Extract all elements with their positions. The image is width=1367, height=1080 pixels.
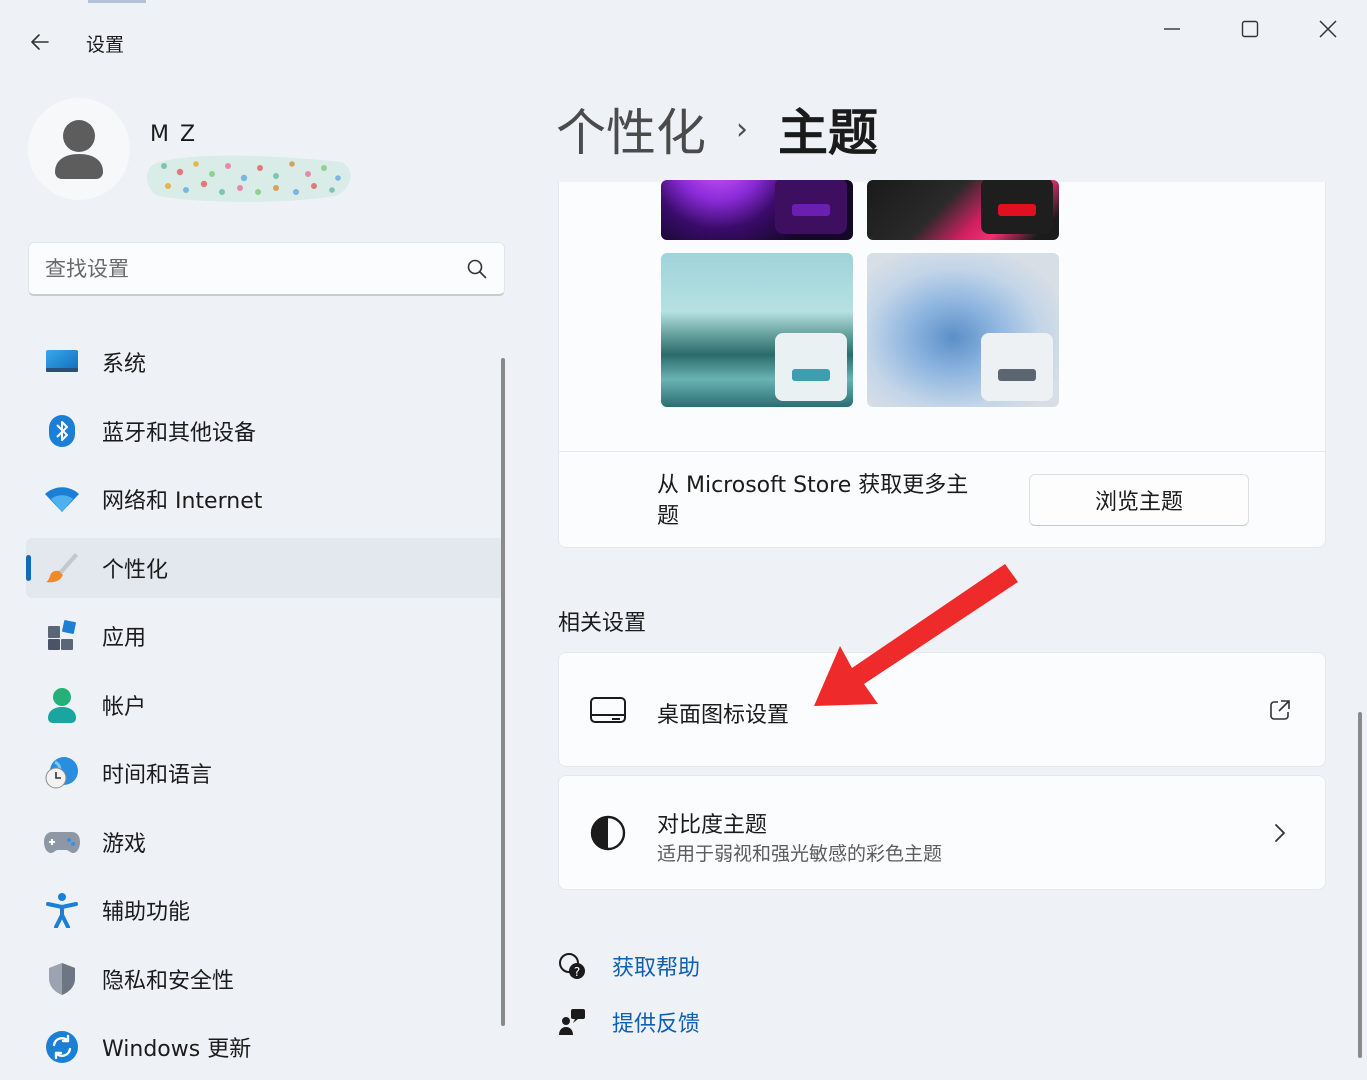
contrast-themes-card[interactable]: 对比度主题 适用于弱视和强光敏感的彩色主题 (558, 775, 1326, 890)
apps-icon (44, 618, 80, 654)
sidebar-nav: 系统 蓝牙和其他设备 网络和 Internet 个性化 应用 帐户 时间和语言 … (26, 332, 504, 1080)
get-help-label[interactable]: 获取帮助 (612, 950, 700, 982)
sidebar-item-label: 系统 (102, 352, 147, 377)
help-chat-icon: ? (556, 950, 588, 982)
give-feedback-link[interactable]: 提供反馈 (556, 1006, 700, 1038)
theme-preview-window (981, 333, 1053, 401)
sidebar-item-time-language[interactable]: 时间和语言 (26, 743, 504, 803)
sidebar-item-accounts[interactable]: 帐户 (26, 675, 504, 735)
sidebar-item-label: 游戏 (102, 831, 147, 857)
monitor-icon (587, 689, 629, 731)
minimize-icon (1164, 28, 1180, 30)
account-icon (44, 687, 80, 723)
maximize-icon (1241, 20, 1259, 38)
sidebar-scrollbar[interactable] (501, 358, 505, 1026)
theme-accent-swatch (792, 369, 830, 381)
theme-accent-swatch (792, 204, 830, 216)
sidebar-item-apps[interactable]: 应用 (26, 606, 504, 666)
theme-preview-window (775, 333, 847, 401)
theme-preview-window (775, 180, 847, 234)
user-name: M Z (150, 122, 198, 147)
minimize-button[interactable] (1142, 10, 1202, 48)
sidebar-item-windows-update[interactable]: Windows 更新 (26, 1017, 504, 1077)
desktop-icon-settings-label: 桌面图标设置 (657, 703, 790, 728)
back-button[interactable] (22, 24, 58, 60)
open-external-icon (1265, 695, 1295, 725)
microsoft-store-row: 从 Microsoft Store 获取更多主题 浏览主题 (558, 451, 1326, 548)
theme-thumbnail-captured-motion[interactable] (661, 253, 853, 407)
sidebar-item-bluetooth[interactable]: 蓝牙和其他设备 (26, 401, 504, 461)
bluetooth-icon (44, 413, 80, 449)
sidebar-item-gaming[interactable]: 游戏 (26, 812, 504, 872)
sidebar-item-privacy[interactable]: 隐私和安全性 (26, 949, 504, 1009)
annotation-arrow-icon (814, 564, 1018, 706)
sidebar-item-label: 帐户 (102, 694, 147, 720)
shield-icon (44, 961, 80, 997)
theme-accent-swatch (998, 204, 1036, 216)
accessibility-icon (44, 892, 80, 928)
maximize-button[interactable] (1220, 10, 1280, 48)
close-icon (1319, 20, 1337, 38)
search-input[interactable] (45, 256, 466, 281)
content-scrollbar[interactable] (1358, 712, 1362, 1058)
sidebar-item-network[interactable]: 网络和 Internet (26, 469, 504, 529)
contrast-icon (587, 812, 629, 854)
breadcrumb-separator-icon: › (736, 111, 748, 147)
theme-thumbnail-flow[interactable] (867, 180, 1059, 240)
clock-globe-icon (44, 755, 80, 791)
brush-icon (44, 550, 80, 586)
sidebar-item-label: 网络和 Internet (102, 489, 263, 514)
sidebar-item-system[interactable]: 系统 (26, 332, 504, 392)
theme-accent-swatch (998, 369, 1036, 381)
gamepad-icon (44, 824, 80, 860)
give-feedback-label[interactable]: 提供反馈 (612, 1006, 700, 1038)
breadcrumb-parent[interactable]: 个性化 (556, 93, 706, 165)
theme-thumbnail-bloom[interactable] (867, 253, 1059, 407)
theme-gallery (558, 180, 1326, 452)
chevron-right-icon (1265, 818, 1295, 848)
window-top-accent (88, 0, 146, 3)
feedback-person-icon (556, 1006, 588, 1038)
theme-preview-window (981, 180, 1053, 234)
sidebar-item-label: 辅助功能 (102, 900, 191, 925)
page-title: 主题 (778, 104, 878, 162)
svg-text:?: ? (574, 965, 580, 979)
avatar[interactable] (28, 98, 130, 200)
search-box[interactable] (28, 242, 505, 296)
contrast-themes-description: 适用于弱视和强光敏感的彩色主题 (657, 843, 943, 865)
theme-thumbnail-glow[interactable] (661, 180, 853, 240)
redacted-email-scribble (146, 152, 352, 204)
search-icon[interactable] (466, 258, 488, 280)
arrow-left-icon (31, 34, 49, 50)
sidebar-item-personalization[interactable]: 个性化 (26, 537, 504, 598)
sidebar-item-accessibility[interactable]: 辅助功能 (26, 880, 504, 940)
person-icon (55, 120, 103, 179)
sidebar-item-label: 应用 (102, 626, 147, 651)
wifi-icon (44, 481, 80, 517)
app-title: 设置 (86, 34, 125, 56)
browse-themes-button[interactable]: 浏览主题 (1029, 474, 1249, 526)
close-button[interactable] (1298, 10, 1358, 48)
breadcrumb: 个性化 › 主题 (556, 96, 878, 162)
sidebar-item-label: 时间和语言 (102, 763, 213, 788)
sidebar-item-label: 隐私和安全性 (102, 968, 235, 994)
sidebar-item-label: Windows 更新 (102, 1037, 252, 1062)
sidebar-item-label: 个性化 (102, 557, 169, 583)
update-icon (44, 1029, 80, 1065)
sidebar-item-label: 蓝牙和其他设备 (102, 420, 257, 446)
system-icon (44, 344, 80, 380)
store-themes-text: 从 Microsoft Store 获取更多主题 (657, 473, 969, 529)
related-settings-heading: 相关设置 (558, 611, 647, 636)
contrast-themes-label: 对比度主题 (657, 813, 768, 838)
get-help-link[interactable]: ? 获取帮助 (556, 950, 700, 982)
